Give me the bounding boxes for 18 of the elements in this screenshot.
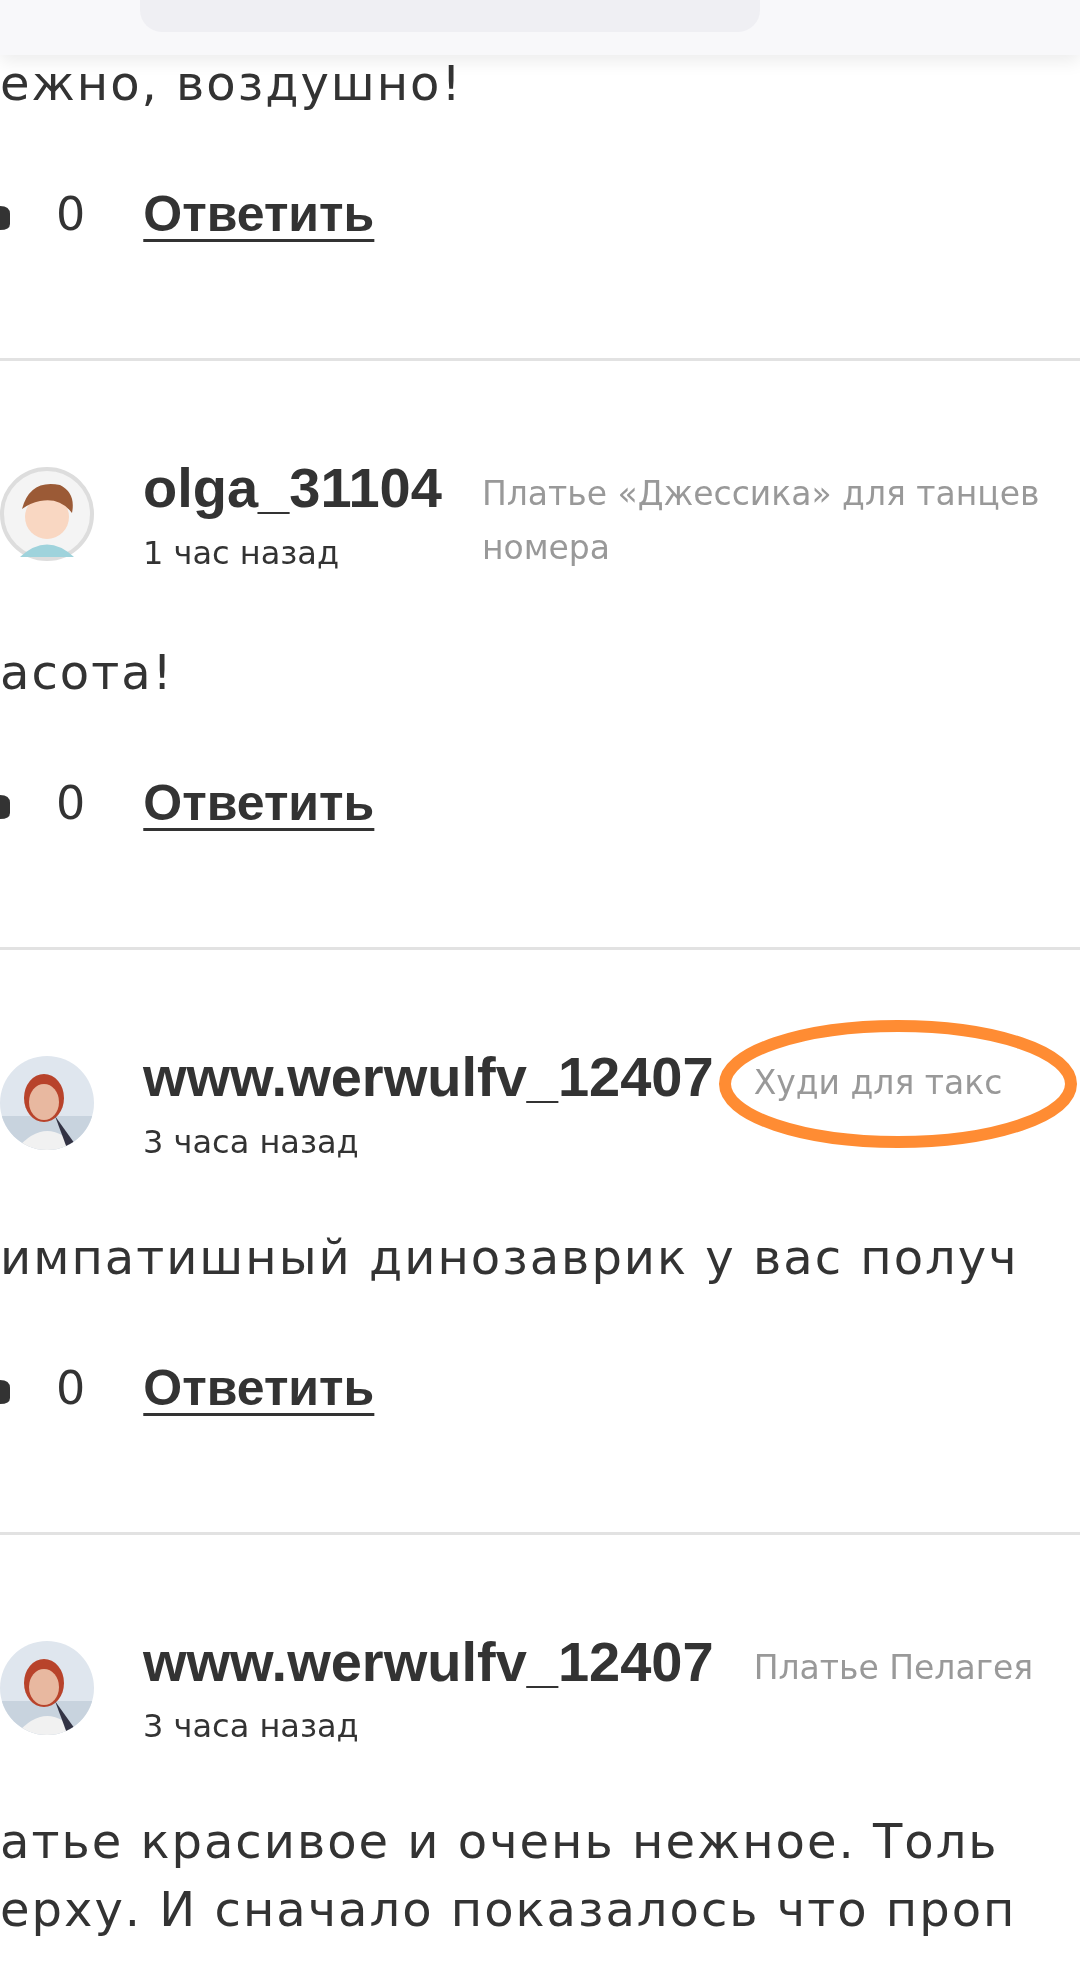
username[interactable]: olga_31104 <box>143 459 442 518</box>
reply-link[interactable]: Ответить <box>143 1358 375 1417</box>
comment-text: импатишный динозаврик у вас получ <box>0 1227 1020 1287</box>
like-count: 0 <box>56 187 86 241</box>
username[interactable]: www.werwulfv_12407 <box>143 1047 714 1107</box>
reply-link[interactable]: Ответить <box>143 185 375 243</box>
comment-time: 1 час назад <box>143 533 341 572</box>
like-count: 0 <box>56 775 86 830</box>
comment-time: 3 часа назад <box>143 1707 360 1746</box>
comment-time: 3 часа назад <box>143 1122 360 1161</box>
reply-link[interactable]: Ответить <box>143 773 375 832</box>
comment-text: атье красивое и очень нежное. Толь <box>0 1812 1000 1872</box>
avatar-icon <box>0 467 95 562</box>
comment-text: асота! <box>0 642 175 702</box>
like-count: 0 <box>56 1360 86 1415</box>
comment-text: ерху. И сначало показалось что проп <box>0 1880 1018 1940</box>
comment-text: ежно, воздушно! <box>0 54 464 113</box>
username[interactable]: www.werwulfv_12407 <box>143 1632 714 1692</box>
